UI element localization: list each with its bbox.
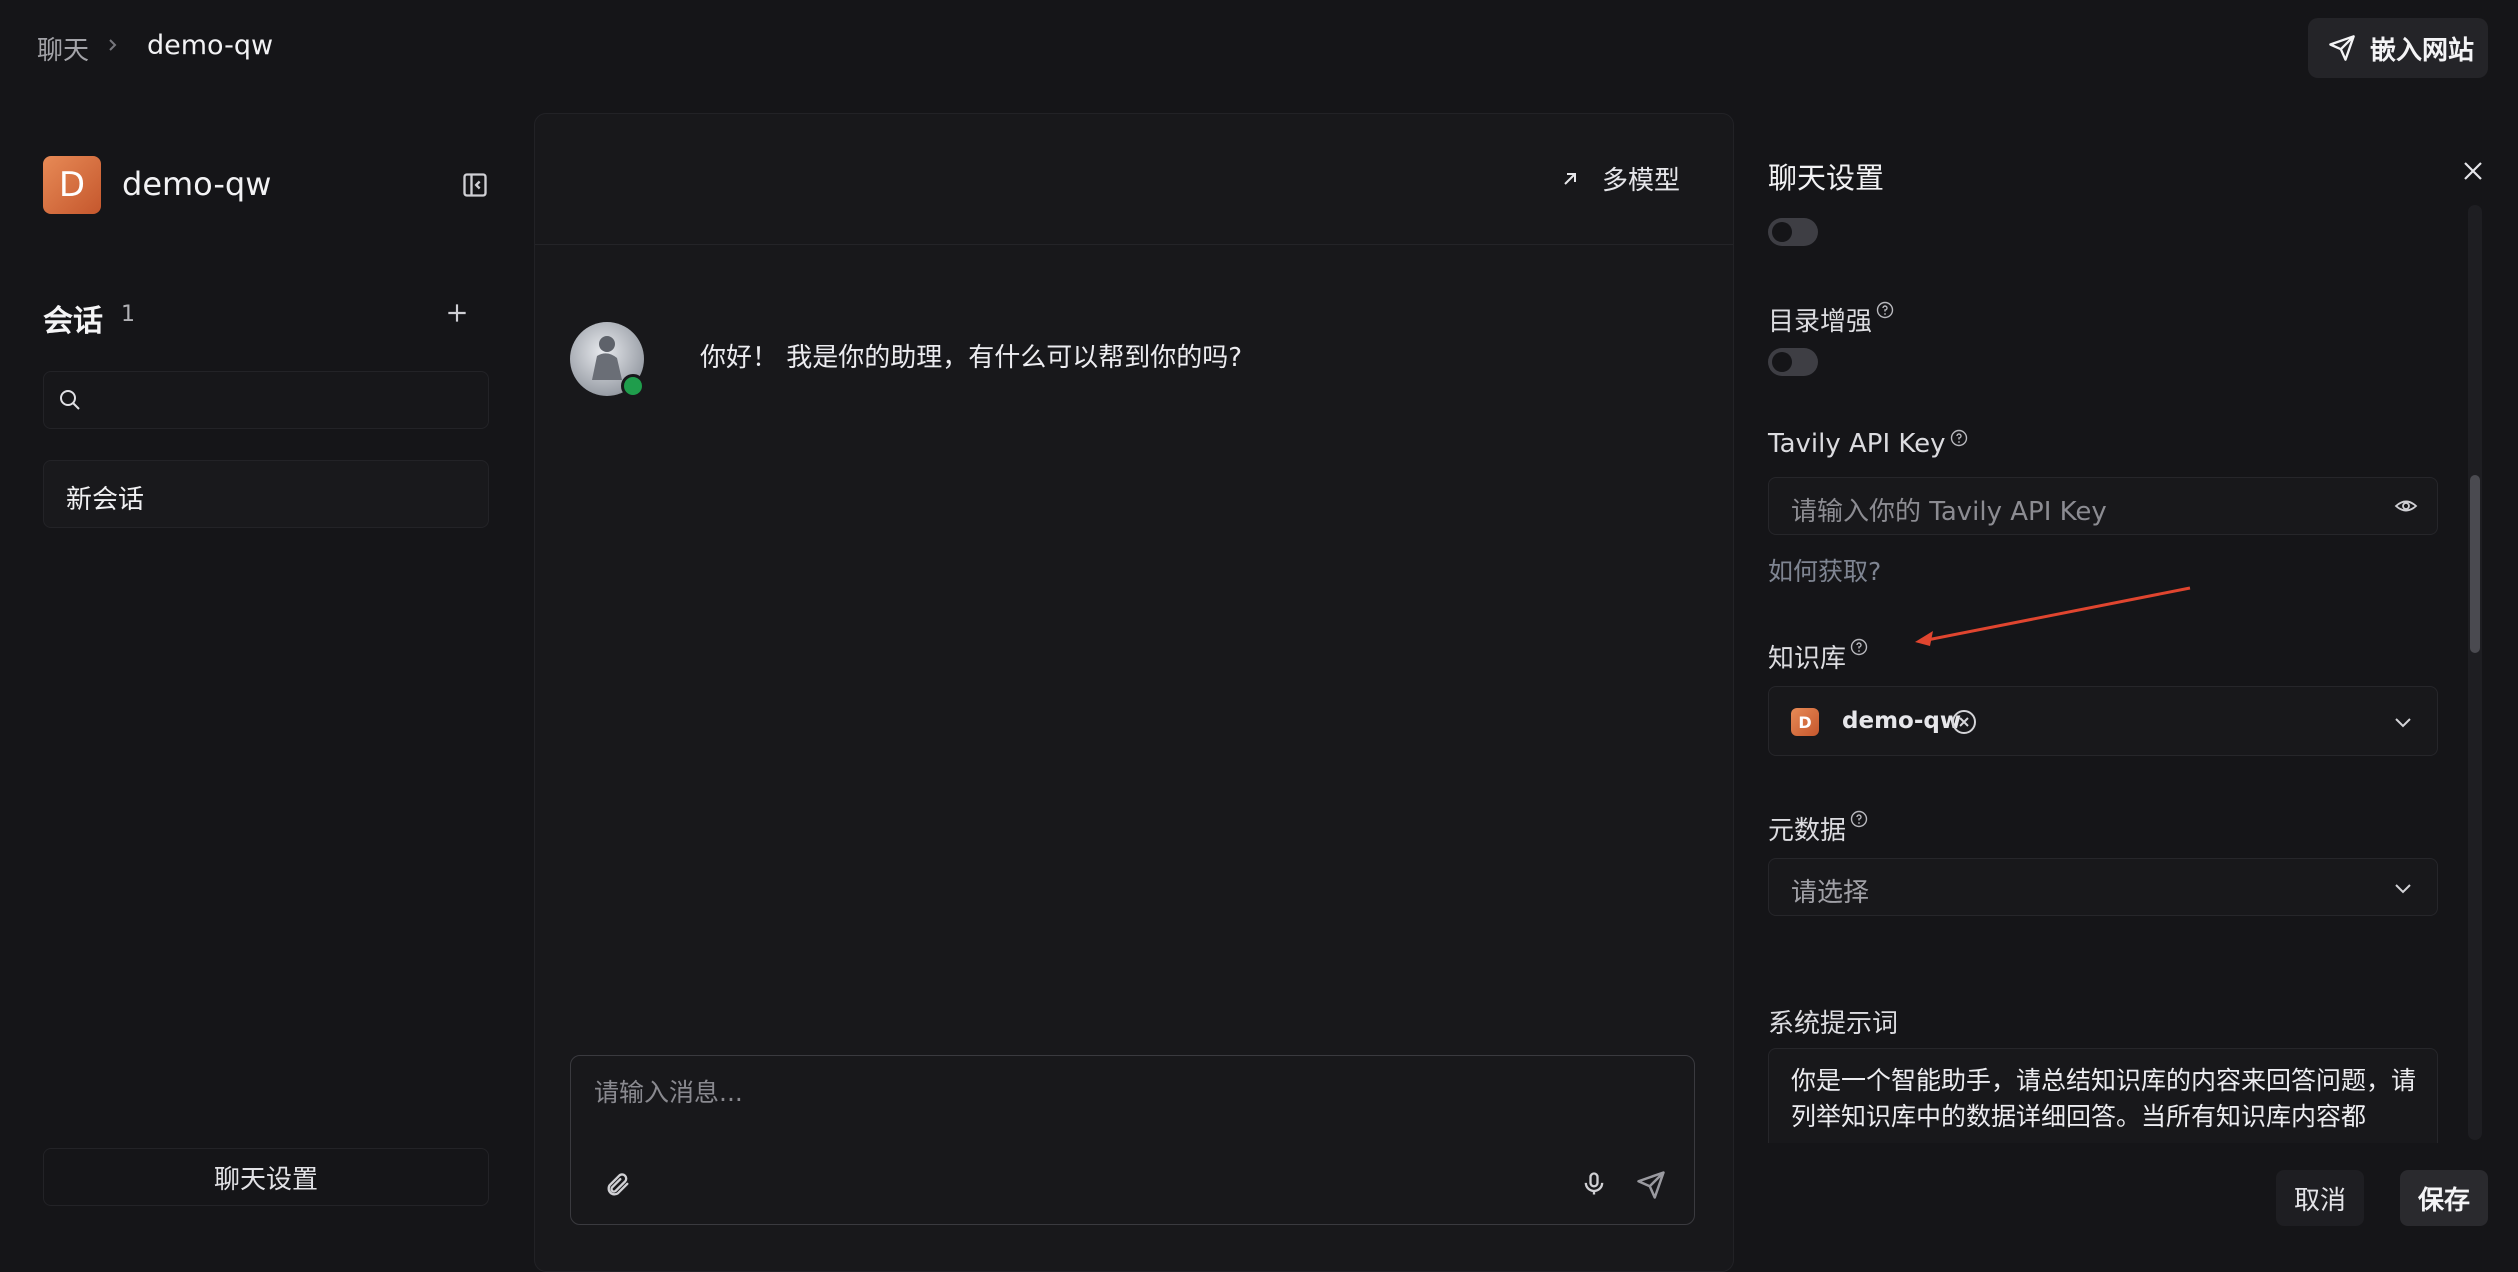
sessions-count: 1: [121, 302, 135, 327]
close-icon[interactable]: [2462, 160, 2484, 182]
app-logo: D: [43, 156, 101, 214]
paperclip-icon[interactable]: [604, 1171, 632, 1199]
kb-logo: D: [1791, 708, 1819, 736]
metadata-label-text: 元数据: [1768, 816, 1847, 846]
chat-settings-button[interactable]: 聊天设置: [43, 1148, 489, 1206]
online-status-dot: [621, 374, 645, 398]
embed-website-button[interactable]: 嵌入网站: [2308, 18, 2488, 78]
chevron-down-icon[interactable]: [2392, 711, 2414, 733]
metadata-label: 元数据: [1768, 810, 1868, 847]
sidebar-collapse-icon[interactable]: [461, 171, 489, 199]
multi-model-label: 多模型: [1602, 166, 1681, 196]
annotation-arrow: [1900, 580, 2200, 660]
embed-website-label: 嵌入网站: [2370, 35, 2475, 66]
send-icon: [2328, 34, 2356, 62]
tavily-label: Tavily API Key: [1768, 429, 1968, 459]
chevron-down-icon[interactable]: [2392, 877, 2414, 899]
tavily-placeholder: 请输入你的 Tavily API Key: [1791, 497, 2107, 527]
tavily-label-text: Tavily API Key: [1768, 429, 1946, 459]
search-icon: [58, 388, 82, 412]
help-icon[interactable]: [1850, 810, 1868, 828]
help-icon[interactable]: [1876, 301, 1894, 319]
send-message-icon[interactable]: [1636, 1170, 1666, 1200]
message-input-placeholder: 请输入消息...: [594, 1078, 743, 1107]
kb-selected-tag: demo-qw: [1842, 708, 1962, 734]
how-to-get-link[interactable]: 如何获取?: [1768, 552, 1881, 588]
settings-title: 聊天设置: [1768, 161, 1885, 195]
kb-label-text: 知识库: [1768, 644, 1847, 674]
app-name: demo-qw: [122, 165, 272, 203]
assistant-greeting: 你好！ 我是你的助理，有什么可以帮到你的吗?: [700, 343, 1243, 373]
divider: [535, 244, 1733, 245]
eye-icon[interactable]: [2394, 494, 2418, 518]
multi-model-button[interactable]: 多模型: [1560, 160, 1680, 197]
scrollbar-thumb[interactable]: [2470, 475, 2480, 653]
metadata-placeholder: 请选择: [1791, 878, 1870, 908]
help-icon[interactable]: [1950, 429, 1968, 447]
settings-scrollbar[interactable]: [2468, 205, 2482, 1140]
chevron-right-icon: [106, 38, 120, 52]
sessions-title: 会话: [43, 304, 103, 339]
help-icon[interactable]: [1850, 638, 1868, 656]
system-prompt-text: 你是一个智能助手，请总结知识库的内容来回答问题，请列举知识库中的数据详细回答。当…: [1791, 1066, 2417, 1131]
session-list-item[interactable]: 新会话: [43, 460, 489, 528]
toggle-switch[interactable]: [1768, 218, 1818, 246]
arrow-up-right-icon: [1560, 169, 1580, 189]
microphone-icon[interactable]: [1580, 1170, 1608, 1198]
session-search-input[interactable]: [43, 371, 489, 429]
cancel-button[interactable]: 取消: [2276, 1170, 2364, 1226]
system-prompt-textarea[interactable]: 你是一个智能助手，请总结知识库的内容来回答问题，请列举知识库中的数据详细回答。当…: [1768, 1048, 2438, 1143]
system-prompt-label: 系统提示词: [1768, 1003, 1898, 1040]
breadcrumb-root[interactable]: 聊天: [37, 30, 89, 67]
breadcrumb-current: demo-qw: [147, 30, 274, 61]
dir-enhance-text: 目录增强: [1768, 307, 1873, 337]
dir-enhance-label: 目录增强: [1768, 301, 1894, 338]
knowledge-base-label: 知识库: [1768, 638, 1868, 675]
plus-icon[interactable]: [444, 300, 470, 326]
dir-enhance-toggle[interactable]: [1768, 348, 1818, 376]
save-button[interactable]: 保存: [2400, 1170, 2488, 1226]
remove-circle-icon[interactable]: [1951, 709, 1977, 735]
system-prompt-label-text: 系统提示词: [1768, 1009, 1899, 1039]
